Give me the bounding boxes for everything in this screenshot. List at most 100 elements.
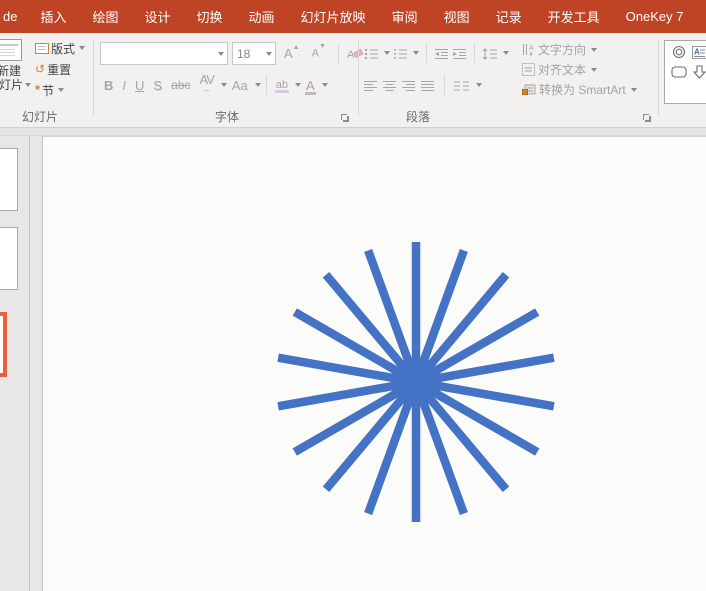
text-highlight-button[interactable]: ab [272,78,292,93]
layout-icon [35,42,49,54]
line-spacing-button[interactable] [482,46,498,60]
convert-smartart-button[interactable]: 转换为 SmartArt [522,81,637,98]
tab-partial-de[interactable]: de [1,0,27,33]
slide-thumbnail-2[interactable] [0,227,18,290]
strikethrough-button[interactable]: abc [167,77,194,93]
tab-animations[interactable]: 动画 [236,0,288,33]
increase-indent-button[interactable] [452,46,467,60]
reset-icon: ↺ [35,62,46,76]
bullet-list-icon [364,48,378,60]
chevron-down-icon [58,88,65,92]
italic-button[interactable]: I [118,77,130,94]
numbered-list-icon [394,48,407,59]
slides-group-label: 幻灯片 [21,110,58,124]
slides-group: 新建 幻灯片 版式 ↺ 重置 * 节 幻灯片 [0,33,94,127]
chevron-down-icon [630,87,637,92]
chevron-down-icon [294,83,301,87]
smartart-icon [522,84,536,95]
shrink-font-button[interactable]: A▼ [308,43,330,61]
ribbon-bottom-strip [0,127,706,136]
slide-thumbnail-3-selected[interactable] [0,312,7,377]
font-size-combobox[interactable]: 18 [232,42,276,65]
bullets-button[interactable] [364,46,379,60]
chevron-down-icon [254,83,261,87]
slide-thumbnail-panel[interactable] [0,136,30,591]
chevron-down-icon [79,46,86,50]
separator [474,43,475,63]
layout-button[interactable]: 版式 [32,38,88,58]
shape-text-box[interactable]: A [689,42,706,62]
group-separator [93,40,94,116]
svg-text:A: A [694,47,700,56]
chevron-down-icon [591,47,598,52]
separator [265,75,267,95]
tab-onekey[interactable]: OneKey 7 [613,0,697,33]
align-text-label: 对齐文本 [538,63,587,77]
convert-smartart-label: 转换为 SmartArt [539,83,626,97]
panel-splitter[interactable] [30,136,43,591]
shape-down-arrow[interactable] [689,62,706,82]
slide-canvas[interactable] [43,136,706,591]
tab-design[interactable]: 设计 [132,0,184,33]
tab-review[interactable]: 审阅 [379,0,431,33]
tab-transitions[interactable]: 切换 [184,0,236,33]
shape-donut-circle[interactable] [668,42,689,62]
tab-record[interactable]: 记录 [483,0,535,33]
align-left-button[interactable] [364,78,378,92]
paragraph-group: A 文字方向 对齐文本 转换为 SmartArt 段落 [360,33,656,127]
highlight-color-bar [274,90,289,93]
tab-insert[interactable]: 插入 [27,0,79,33]
align-text-icon [522,63,535,76]
align-right-icon [402,80,415,91]
ribbon-tab-bar: de 插入 绘图 设计 切换 动画 幻灯片放映 审阅 视图 记录 开发工具 OneKey 7 [0,0,706,33]
group-separator [658,40,659,116]
svg-text:A: A [529,45,534,52]
bold-button[interactable]: B [100,77,117,94]
align-text-button[interactable]: 对齐文本 [522,61,598,78]
align-left-icon [364,80,377,91]
separator [337,43,339,64]
columns-icon [454,81,469,91]
font-color-bar [304,91,316,95]
donut-circle-icon [672,45,685,59]
tab-view[interactable]: 视图 [431,0,483,33]
tab-developer[interactable]: 开发工具 [535,0,613,33]
separator [426,43,427,63]
grow-font-button[interactable]: A▲ [280,44,304,62]
group-separator [358,40,359,116]
font-name-combobox[interactable] [100,42,228,65]
layout-label: 版式 [51,41,76,56]
align-center-button[interactable] [383,78,397,92]
new-slide-button[interactable]: 新建 幻灯片 [0,39,32,92]
paragraph-dialog-launcher[interactable] [642,113,652,123]
section-label: 节 [42,83,55,98]
change-case-button[interactable]: Aa [228,77,252,94]
tab-slideshow[interactable]: 幻灯片放映 [288,0,379,33]
decrease-indent-icon [435,48,448,59]
reset-button[interactable]: ↺ 重置 [32,59,88,79]
align-right-button[interactable] [402,78,416,92]
numbering-button[interactable] [393,46,408,60]
tab-draw[interactable]: 绘图 [79,0,131,33]
chevron-down-icon [220,83,227,87]
text-direction-button[interactable]: A 文字方向 [522,41,598,58]
slide-thumbnail-1[interactable] [0,148,18,211]
text-direction-label: 文字方向 [538,43,587,57]
decrease-indent-button[interactable] [434,46,449,60]
chevron-down-icon [321,83,328,87]
new-slide-icon [0,39,22,61]
chevron-down-icon [591,67,598,72]
text-shadow-button[interactable]: S [149,77,166,94]
section-button[interactable]: * 节 [32,80,88,100]
justify-button[interactable] [421,78,435,92]
character-spacing-button[interactable]: AV ↔ [195,73,217,96]
starburst-shape[interactable] [266,232,566,532]
underline-button[interactable]: U [131,77,148,94]
text-box-icon: A [692,45,706,59]
left-right-arrow-icon: ↔ [202,85,211,94]
font-color-button[interactable]: A [302,77,319,95]
justify-icon [421,80,434,91]
shape-rounded-rectangle[interactable] [668,62,689,82]
columns-button[interactable] [454,78,469,92]
chevron-down-icon [265,51,272,56]
